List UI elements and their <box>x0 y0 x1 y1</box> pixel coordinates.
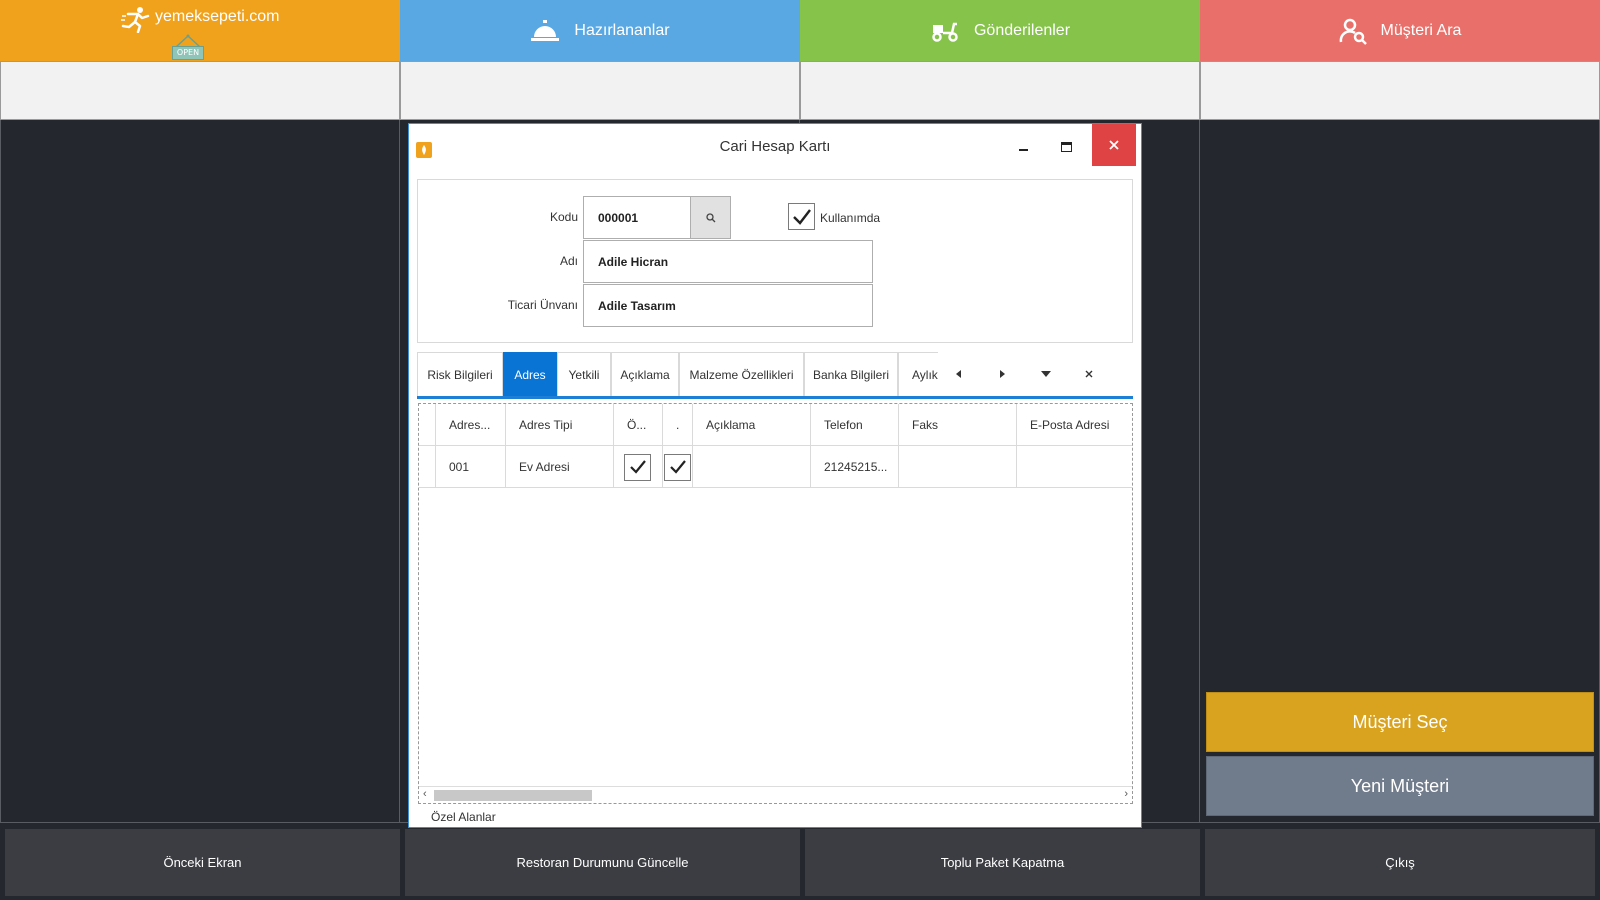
musteri-ara-button[interactable]: Müşteri Ara <box>1200 0 1600 61</box>
tab-list-dropdown-icon[interactable] <box>1036 364 1056 384</box>
yemeksepeti-button[interactable]: yemeksepeti.com OPEN <box>0 0 400 61</box>
cell-telefon[interactable]: 21245215... <box>811 446 899 488</box>
adres-grid: Adres... Adres Tipi Ö... . Açıklama Tele… <box>418 403 1133 804</box>
sub-cell-2 <box>400 61 800 120</box>
tab-banka-bilgileri[interactable]: Banka Bilgileri <box>804 352 898 396</box>
cell-aciklama[interactable] <box>693 446 811 488</box>
cell-adres-kod[interactable]: 001 <box>436 446 506 488</box>
tab-scroll-left-icon[interactable] <box>949 364 969 384</box>
kullanimda-label: Kullanımda <box>820 211 881 225</box>
checkmark-icon <box>669 460 686 474</box>
tab-scroll-right-icon[interactable] <box>992 364 1012 384</box>
open-sign-text: OPEN <box>172 46 204 60</box>
kodu-search-button[interactable] <box>690 197 730 238</box>
hazirlananlar-label: Hazırlananlar <box>574 21 670 39</box>
checkmark-icon <box>792 208 811 225</box>
col-aciklama[interactable]: Açıklama <box>693 404 811 446</box>
sub-cell-1 <box>0 61 400 120</box>
tab-aylik[interactable]: Aylık <box>898 352 938 396</box>
ticari-unvan-value: Adile Tasarım <box>598 298 676 313</box>
cell-adres-tipi[interactable]: Ev Adresi <box>506 446 614 488</box>
table-row[interactable]: 001 Ev Adresi 21245215... <box>419 446 1132 488</box>
grid-header: Adres... Adres Tipi Ö... . Açıklama Tele… <box>419 404 1132 446</box>
minimize-button[interactable] <box>1009 132 1039 162</box>
open-badge: OPEN <box>172 34 204 60</box>
maximize-button[interactable] <box>1051 132 1081 162</box>
kullanimda-checkbox[interactable] <box>788 203 815 230</box>
form-panel: Kodu 000001 Kullanımda Adı Adile Hicran … <box>417 179 1133 343</box>
kodu-input[interactable]: 000001 <box>583 196 731 239</box>
user-search-icon <box>1339 17 1367 45</box>
scrollbar-thumb[interactable] <box>434 790 592 801</box>
adi-input[interactable]: Adile Hicran <box>583 240 873 283</box>
col-telefon[interactable]: Telefon <box>811 404 899 446</box>
tab-adres[interactable]: Adres <box>503 352 557 396</box>
scooter-icon <box>930 19 960 43</box>
gonderilenler-button[interactable]: Gönderilenler <box>800 0 1200 61</box>
musteri-ara-label: Müşteri Ara <box>1380 21 1462 39</box>
row-checkbox-1[interactable] <box>624 453 651 481</box>
tab-close-icon[interactable] <box>1079 364 1099 384</box>
dialog-titlebar: Cari Hesap Kartı <box>409 124 1141 168</box>
adi-value: Adile Hicran <box>598 254 669 269</box>
row-checkbox-2[interactable] <box>664 453 691 481</box>
scroll-left-icon[interactable]: ‹ <box>423 788 427 800</box>
cikis-button[interactable]: Çıkış <box>1205 829 1595 896</box>
cell-faks[interactable] <box>899 446 1017 488</box>
cell-o[interactable] <box>614 446 663 488</box>
cell-dot[interactable] <box>663 446 693 488</box>
cell-eposta[interactable] <box>1017 446 1132 488</box>
tab-aciklama[interactable]: Açıklama <box>611 352 679 396</box>
gonderilenler-label: Gönderilenler <box>973 21 1071 39</box>
col-adres-kod[interactable]: Adres... <box>436 404 506 446</box>
tab-malzeme-ozellikleri[interactable]: Malzeme Özellikleri <box>679 352 804 396</box>
service-bell-icon <box>530 19 560 43</box>
tab-strip: Risk Bilgileri Adres Yetkili Açıklama Ma… <box>417 352 1133 399</box>
ozel-alanlar-link[interactable]: Özel Alanlar <box>431 810 496 824</box>
column-divider <box>1199 120 1200 823</box>
search-icon <box>705 212 715 222</box>
col-adres-tipi[interactable]: Adres Tipi <box>506 404 614 446</box>
musteri-sec-button[interactable]: Müşteri Seç <box>1206 692 1594 752</box>
kodu-label: Kodu <box>549 210 578 224</box>
row-indicator <box>419 446 436 488</box>
close-button[interactable] <box>1092 124 1136 166</box>
tab-risk-bilgileri[interactable]: Risk Bilgileri <box>417 352 503 396</box>
grid-row-indicator-header <box>419 404 436 446</box>
onceki-ekran-button[interactable]: Önceki Ekran <box>5 829 400 896</box>
sub-cell-4 <box>1200 61 1600 120</box>
kodu-value: 000001 <box>598 210 639 225</box>
col-eposta[interactable]: E-Posta Adresi <box>1017 404 1132 446</box>
sub-cell-3 <box>800 61 1200 120</box>
sub-header-row <box>0 61 1600 120</box>
ticari-unvan-input[interactable]: Adile Tasarım <box>583 284 873 327</box>
adi-label: Adı <box>559 254 578 268</box>
cari-hesap-dialog: Cari Hesap Kartı Kodu 000001 Kullanımda … <box>408 123 1142 828</box>
yeni-musteri-button[interactable]: Yeni Müşteri <box>1206 756 1594 816</box>
tab-yetkili[interactable]: Yetkili <box>557 352 611 396</box>
top-navigation: yemeksepeti.com OPEN Hazırlananlar Gönde… <box>0 0 1600 61</box>
running-man-icon <box>120 5 152 38</box>
toplu-paket-button[interactable]: Toplu Paket Kapatma <box>805 829 1200 896</box>
checkmark-icon <box>629 460 646 474</box>
scroll-right-icon[interactable]: › <box>1124 788 1128 800</box>
ticari-unvan-label: Ticari Ünvanı <box>507 298 578 312</box>
col-o[interactable]: Ö... <box>614 404 663 446</box>
yemeksepeti-label: yemeksepeti.com <box>155 8 280 25</box>
column-divider <box>399 120 400 823</box>
close-icon <box>1109 140 1119 150</box>
restoran-durumu-button[interactable]: Restoran Durumunu Güncelle <box>405 829 800 896</box>
column-divider <box>0 120 1 823</box>
hazirlananlar-button[interactable]: Hazırlananlar <box>400 0 800 61</box>
horizontal-scrollbar[interactable]: ‹ › <box>419 786 1132 803</box>
col-dot[interactable]: . <box>663 404 693 446</box>
col-faks[interactable]: Faks <box>899 404 1017 446</box>
